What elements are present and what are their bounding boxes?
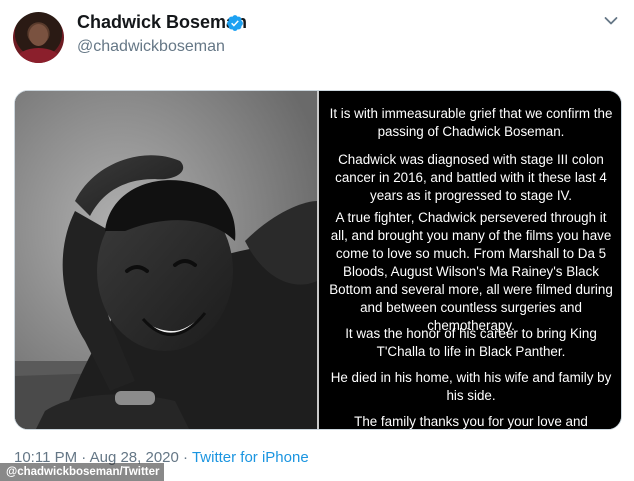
statement-image: It is with immeasurable grief that we co… bbox=[319, 91, 621, 429]
verified-badge-icon bbox=[227, 15, 243, 31]
statement-paragraph-3: A true fighter, Chadwick persevered thro… bbox=[329, 210, 613, 333]
author-handle[interactable]: @chadwickboseman bbox=[77, 38, 225, 56]
chevron-down-icon[interactable] bbox=[604, 16, 618, 26]
tweet-media[interactable]: It is with immeasurable grief that we co… bbox=[14, 90, 622, 430]
statement-paragraph-5: He died in his home, with his wife and f… bbox=[330, 370, 612, 403]
portrait-illustration bbox=[15, 91, 317, 429]
tweet-source[interactable]: Twitter for iPhone bbox=[192, 449, 309, 466]
meta-separator-2: · bbox=[183, 449, 189, 466]
statement-paragraph-4: It was the honor of his career to bring … bbox=[345, 326, 597, 359]
avatar-shirt bbox=[17, 48, 60, 63]
statement-paragraph-2: Chadwick was diagnosed with stage III co… bbox=[335, 152, 607, 203]
portrait-photo bbox=[15, 91, 317, 429]
avatar[interactable] bbox=[13, 12, 64, 63]
photo-credit: @chadwickboseman/Twitter bbox=[0, 463, 164, 481]
avatar-face bbox=[29, 24, 48, 46]
author-name[interactable]: Chadwick Boseman bbox=[77, 12, 247, 33]
statement-paragraph-1: It is with immeasurable grief that we co… bbox=[329, 106, 613, 139]
statement-paragraph-6: The family thanks you for your love and bbox=[354, 414, 588, 429]
